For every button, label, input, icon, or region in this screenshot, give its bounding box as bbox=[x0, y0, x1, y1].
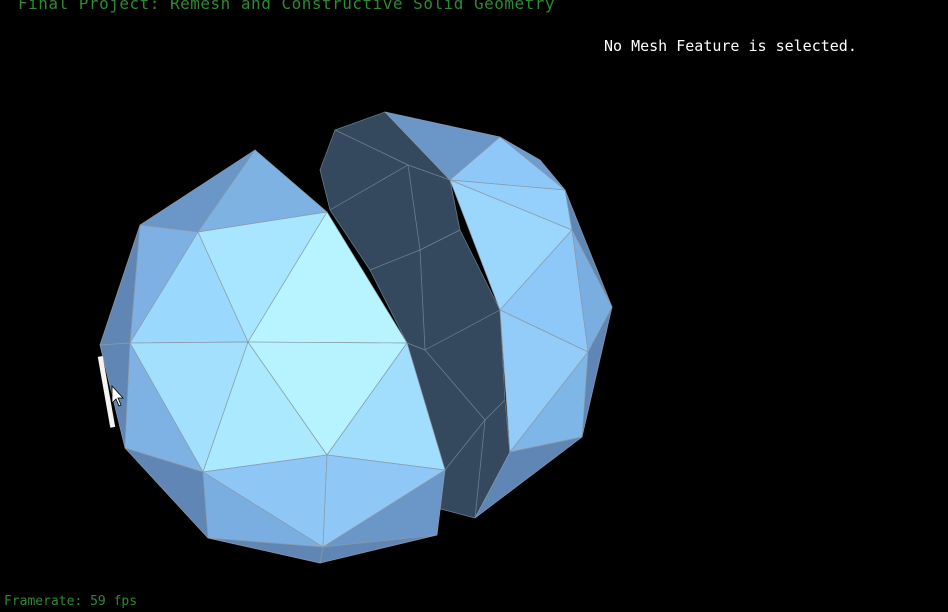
3d-viewport[interactable] bbox=[0, 0, 948, 612]
framerate-readout: Framerate: 59 fps bbox=[4, 594, 138, 609]
